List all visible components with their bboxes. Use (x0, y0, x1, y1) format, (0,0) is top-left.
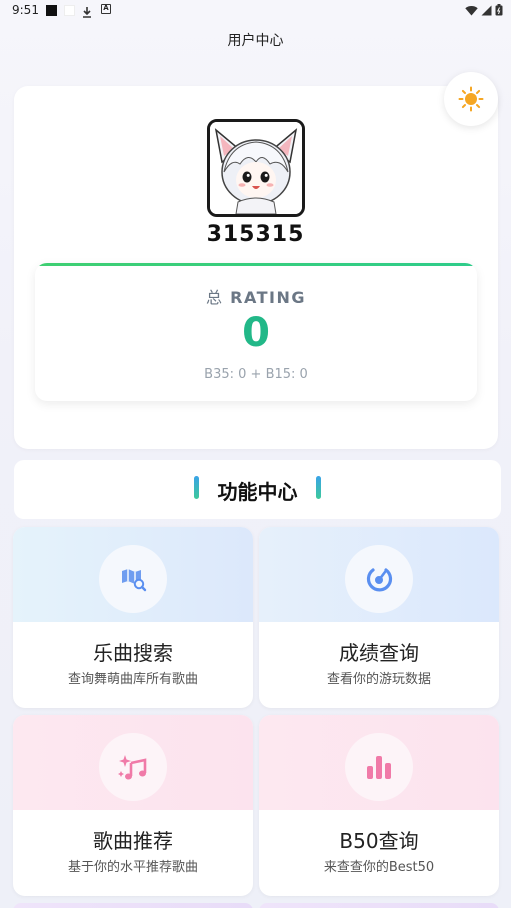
avatar[interactable] (207, 119, 305, 217)
map-search-icon (122, 569, 147, 592)
card-subtitle: 基于你的水平推荐歌曲 (67, 860, 198, 875)
card-title: 乐曲搜索 (93, 641, 173, 665)
card-subtitle: 来查查你的Best50 (323, 860, 435, 875)
gauge-icon (366, 568, 393, 592)
section-header: 功能中心 (14, 460, 501, 519)
song-search-card[interactable]: 乐曲搜索 查询舞萌曲库所有歌曲 (13, 527, 253, 708)
card-title: 歌曲推荐 (93, 829, 173, 853)
rating-label-prefix: 总 (206, 288, 224, 307)
section-title: 功能中心 (217, 480, 298, 504)
icon-badge (345, 733, 413, 801)
status-time: 9:51 (12, 3, 39, 17)
card-subtitle: 查询舞萌曲库所有歌曲 (67, 672, 198, 687)
theme-toggle-button[interactable] (444, 72, 498, 126)
feature-card-peek[interactable] (259, 903, 499, 908)
icon-badge (99, 545, 167, 613)
song-recommend-card[interactable]: 歌曲推荐 基于你的水平推荐歌曲 (13, 715, 253, 896)
card-subtitle: 查看你的游玩数据 (326, 672, 431, 687)
page-title: 用户中心 (227, 33, 284, 49)
card-title: 成绩查询 (339, 641, 419, 665)
notification-icon (64, 5, 75, 16)
bar-chart-icon (367, 756, 391, 779)
rating-label-text: RATING (230, 288, 306, 307)
b50-query-card[interactable]: B50查询 来查查你的Best50 (259, 715, 499, 896)
icon-badge (345, 545, 413, 613)
sun-icon (458, 86, 484, 112)
wifi-icon (465, 5, 478, 16)
icon-badge (99, 733, 167, 801)
score-query-card[interactable]: 成绩查询 查看你的游玩数据 (259, 527, 499, 708)
feature-card-peek[interactable] (13, 903, 253, 908)
signal-icon (481, 5, 492, 15)
rating-label: 总 RATING (35, 284, 477, 308)
rating-value: 0 (242, 310, 270, 356)
rating-card: 总 RATING 0 B35: 0 + B15: 0 (35, 263, 477, 401)
download-icon (82, 3, 92, 22)
username: 315315 (206, 222, 305, 247)
battery-icon (495, 4, 503, 16)
app-notification-icon: A (101, 4, 111, 14)
status-icons (465, 4, 503, 16)
accent-bar (316, 476, 321, 499)
rating-detail: B35: 0 + B15: 0 (204, 367, 308, 382)
status-bar: 9:51 A (0, 0, 511, 22)
notification-icon (46, 5, 57, 16)
sparkle-music-icon (118, 755, 147, 780)
card-title: B50查询 (339, 829, 419, 853)
